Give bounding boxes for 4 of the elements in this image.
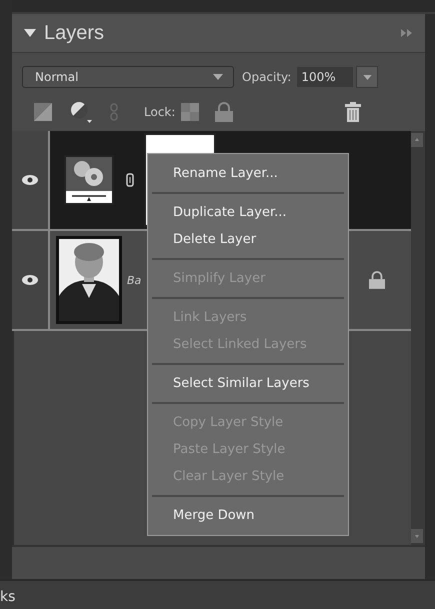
- layer-name: Ba: [127, 274, 142, 286]
- opacity-label: Opacity:: [242, 70, 292, 84]
- lock-label: Lock:: [144, 105, 176, 119]
- panel-title: Layers: [44, 22, 104, 44]
